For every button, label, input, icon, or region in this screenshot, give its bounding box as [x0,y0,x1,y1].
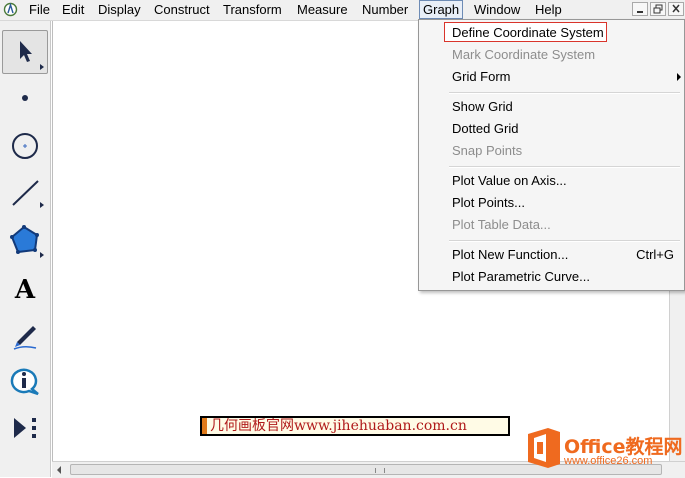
info-icon [10,368,39,396]
information-tool[interactable] [2,359,48,403]
menu-window[interactable]: Window [471,1,523,18]
menu-help[interactable]: Help [532,1,565,18]
menu-item-snap-points: Snap Points [452,143,523,158]
arrow-tool[interactable] [2,30,48,74]
logo-url: www.office26.com [564,455,653,467]
marker-icon [13,326,37,350]
menu-item-plot-table-data: Plot Table Data... [452,217,551,232]
scroll-left-icon[interactable] [57,466,61,474]
watermark-text: 几何画板官网www.jihehuaban.com.cn [202,418,508,434]
office-logo-icon [528,428,560,468]
compass-tool[interactable] [2,124,48,168]
menu-item-plot-value-on-axis[interactable]: Plot Value on Axis... [452,171,567,191]
office-logo: Office教程网 www.office26.com [520,426,685,471]
custom-tool[interactable] [2,406,48,450]
menu-transform[interactable]: Transform [220,1,285,18]
menu-item-plot-new-function[interactable]: Plot New Function... [452,245,568,265]
grip-icon [375,468,385,473]
arrow-icon [20,41,44,70]
close-button[interactable] [668,2,684,16]
submenu-arrow-icon [677,73,681,81]
watermark-banner: 几何画板官网www.jihehuaban.com.cn [200,416,510,436]
point-icon [22,95,28,101]
minimize-icon [637,11,643,13]
menu-graph[interactable]: Graph [419,0,464,19]
circle-icon [12,133,38,159]
close-icon [672,4,680,13]
straightedge-tool[interactable] [2,171,48,215]
text-icon: A [14,275,36,305]
restore-icon [653,4,663,14]
menu-file[interactable]: File [26,1,53,18]
menu-construct[interactable]: Construct [151,1,213,18]
menu-item-plot-points[interactable]: Plot Points... [452,193,525,213]
menu-display[interactable]: Display [95,1,144,18]
shortcut-label: Ctrl+G [636,247,674,262]
menu-item-grid-form[interactable]: Grid Form [452,67,511,87]
menu-separator [449,92,680,94]
point-tool[interactable] [2,76,48,120]
text-tool[interactable]: A [2,267,48,311]
graph-menu-dropdown: Define Coordinate System Mark Coordinate… [418,19,685,291]
menu-item-plot-parametric-curve[interactable]: Plot Parametric Curve... [452,267,590,287]
menu-number[interactable]: Number [359,1,411,18]
menu-item-dotted-grid[interactable]: Dotted Grid [452,119,518,139]
menu-separator [449,240,680,242]
menu-item-show-grid[interactable]: Show Grid [452,97,513,117]
menu-item-mark-coordinate-system: Mark Coordinate System [452,47,596,62]
minimize-button[interactable] [632,2,648,16]
polygon-tool[interactable] [2,219,48,263]
menu-separator [449,166,680,168]
restore-button[interactable] [650,2,666,16]
menu-measure[interactable]: Measure [294,1,351,18]
menu-edit[interactable]: Edit [59,1,87,18]
menu-item-define-coordinate-system[interactable]: Define Coordinate System [452,23,604,43]
line-segment-icon [12,180,44,208]
polygon-icon [10,225,44,258]
marker-tool[interactable] [2,313,48,357]
text-tool-glyph: A [14,275,36,305]
menu-bar: File Edit Display Construct Transform Me… [0,0,685,21]
toolbox: A [0,21,51,477]
custom-tools-icon [14,418,36,438]
app-icon[interactable] [3,2,18,17]
